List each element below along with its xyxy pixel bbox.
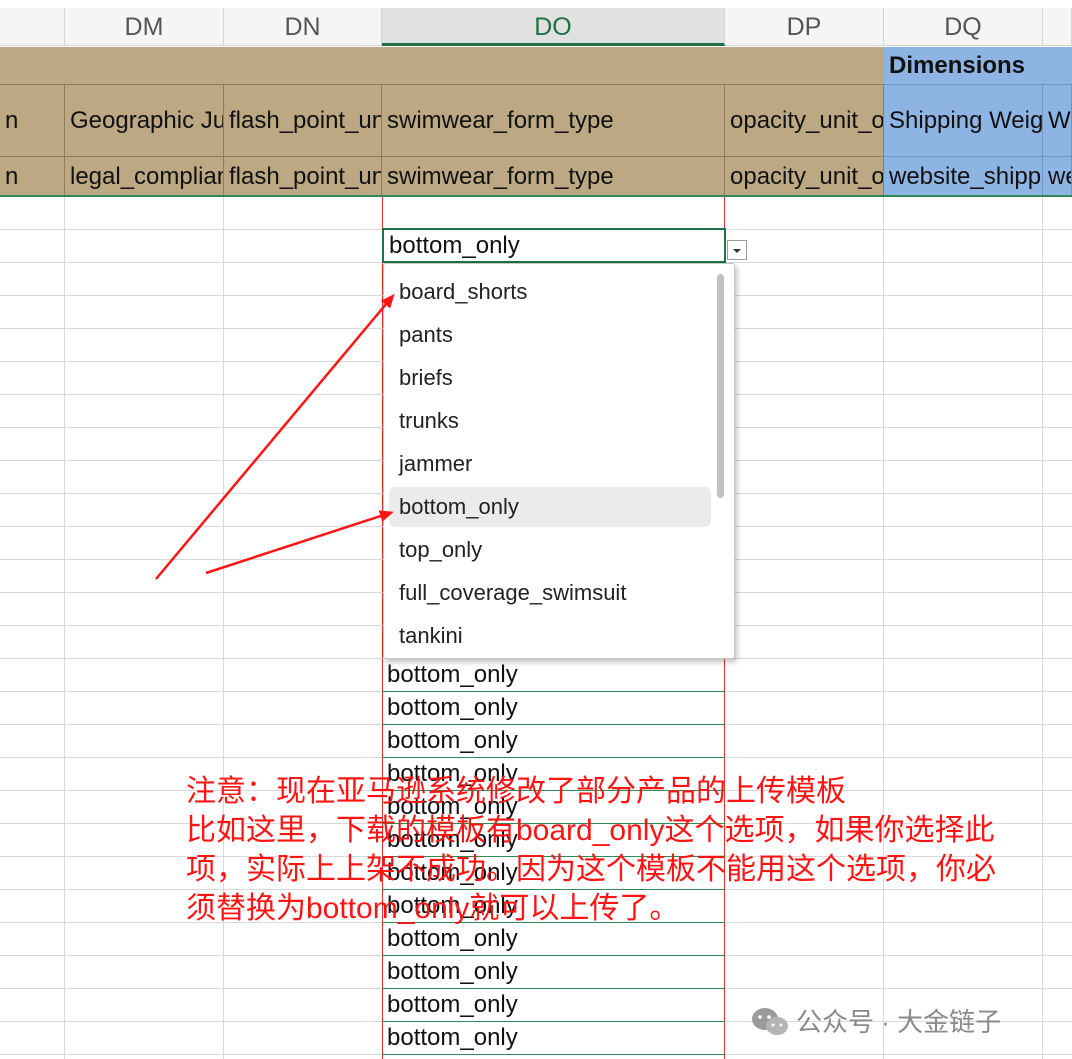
annotation-line: 项，实际上上架不成功。因为这个模板不能用这个选项，你必	[186, 853, 996, 886]
annotation-note: 注意：现在亚马逊系统修改了部分产品的上传模板 比如这里，下载的模板有board_…	[186, 772, 1066, 928]
arrow-to-board-shorts-icon	[155, 293, 395, 580]
arrow-to-bottom-only-icon	[205, 510, 394, 575]
annotation-line: 比如这里，下载的模板有board_only这个选项，如果你选择此	[186, 814, 995, 847]
annotation-line: 须替换为bottom_only就可以上传了。	[186, 892, 680, 925]
watermark: 公众号 · 大金链子	[750, 998, 1001, 1042]
wechat-icon	[752, 1008, 788, 1036]
watermark-text: 公众号 · 大金链子	[796, 1007, 1002, 1038]
spreadsheet: DM DN DO DP DQ Dimensions n Geographic J…	[0, 0, 1072, 1059]
annotation-line: 注意：现在亚马逊系统修改了部分产品的上传模板	[186, 775, 846, 808]
